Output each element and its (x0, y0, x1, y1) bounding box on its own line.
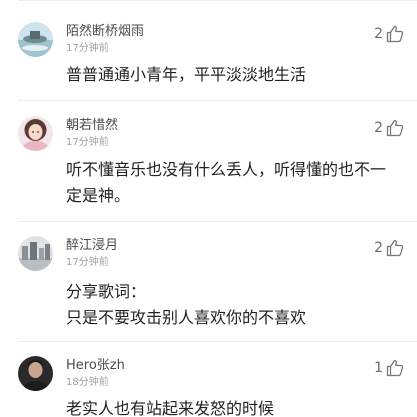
thumbs-up-icon[interactable] (385, 24, 405, 44)
city-avatar-icon (18, 236, 53, 271)
like-button[interactable]: 1 (374, 357, 405, 379)
avatar[interactable] (18, 356, 53, 391)
girl-avatar-icon (18, 116, 53, 151)
comment-text: 听不懂音乐也没有什么丢人，听得懂的也不一定是神。 (66, 160, 387, 205)
like-count: 2 (374, 240, 383, 256)
top-divider (18, 0, 417, 1)
thumbs-up-icon[interactable] (385, 358, 405, 378)
comment-text: 普普通通小青年，平平淡淡地生活 (66, 65, 307, 84)
timestamp: 17分钟前 (66, 43, 109, 54)
like-count: 1 (374, 360, 383, 376)
like-count: 2 (374, 26, 383, 42)
divider (18, 100, 417, 101)
landscape-avatar-icon (18, 22, 53, 57)
timestamp: 17分钟前 (66, 257, 109, 268)
timestamp: 18分钟前 (66, 377, 109, 388)
comment-list: 陌然断桥烟雨 17分钟前 2 普普通通小青年，平平淡淡地生活 朝若惜然 17分钟… (0, 0, 417, 417)
avatar[interactable] (18, 22, 53, 57)
username[interactable]: 醉江浸月 (66, 238, 118, 254)
divider (18, 341, 417, 342)
like-button[interactable]: 2 (374, 23, 405, 45)
avatar[interactable] (18, 116, 53, 151)
username[interactable]: 陌然断桥烟雨 (66, 24, 144, 40)
timestamp: 17分钟前 (66, 137, 109, 148)
username[interactable]: 朝若惜然 (66, 118, 118, 134)
divider (18, 221, 417, 222)
comment-text: 老实人也有站起来发怒的时候 (66, 399, 275, 417)
like-button[interactable]: 2 (374, 117, 405, 139)
avatar[interactable] (18, 236, 53, 271)
comment-text: 分享歌词： 只是不要攻击别人喜欢你的不喜欢 (66, 282, 307, 327)
username[interactable]: Hero张zh (66, 358, 125, 374)
man-avatar-icon (18, 356, 53, 391)
thumbs-up-icon[interactable] (385, 118, 405, 138)
like-button[interactable]: 2 (374, 237, 405, 259)
thumbs-up-icon[interactable] (385, 238, 405, 258)
like-count: 2 (374, 120, 383, 136)
